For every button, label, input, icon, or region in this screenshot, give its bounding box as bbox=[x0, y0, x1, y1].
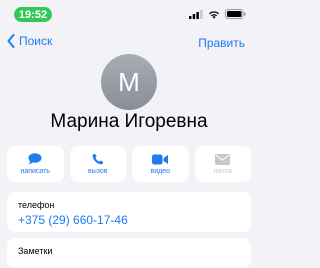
notes-label: Заметки bbox=[18, 246, 53, 256]
edit-button[interactable]: Править bbox=[198, 36, 245, 50]
status-time[interactable]: 19:52 bbox=[14, 7, 52, 22]
message-button[interactable]: написать bbox=[7, 146, 64, 182]
message-icon bbox=[28, 153, 42, 165]
avatar: М bbox=[101, 54, 157, 110]
chevron-left-icon bbox=[7, 34, 15, 48]
mail-icon bbox=[215, 153, 231, 165]
notes-card[interactable]: Заметки bbox=[7, 238, 251, 268]
video-icon bbox=[152, 154, 169, 164]
contact-name: Марина Игоревна bbox=[50, 111, 208, 132]
call-button[interactable]: вызов bbox=[69, 146, 126, 182]
status-icons bbox=[189, 9, 246, 19]
nav-bar: Поиск Править bbox=[0, 32, 258, 56]
phone-label: телефон bbox=[18, 200, 55, 210]
video-label: видео bbox=[150, 167, 171, 175]
call-label: вызов bbox=[88, 168, 108, 175]
phone-number-link[interactable]: +375 (29) 660-17-46 bbox=[18, 213, 128, 227]
phone-card: телефон +375 (29) 660-17-46 bbox=[7, 192, 251, 232]
back-button[interactable]: Поиск bbox=[7, 34, 52, 48]
battery-icon bbox=[225, 9, 246, 19]
status-bar: 19:52 bbox=[0, 0, 258, 26]
message-label: написать bbox=[20, 168, 51, 175]
mail-label: почта bbox=[213, 167, 232, 175]
avatar-initial: М bbox=[118, 66, 140, 97]
video-button[interactable]: видео bbox=[132, 146, 189, 182]
mail-button[interactable]: почта bbox=[194, 146, 251, 182]
back-label: Поиск bbox=[19, 34, 53, 48]
phone-icon bbox=[92, 153, 104, 165]
action-buttons: написать вызов видео почта bbox=[7, 146, 251, 182]
wifi-icon bbox=[209, 10, 219, 19]
signal-icon bbox=[189, 9, 203, 19]
